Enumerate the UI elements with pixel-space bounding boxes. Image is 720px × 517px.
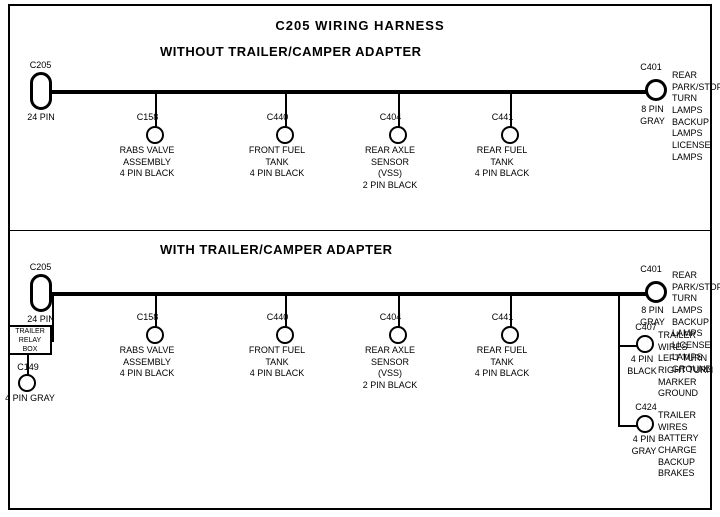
c401-s1-labels: REAR PARK/STOPTURN LAMPSBACKUP LAMPSLICE… [672,70,720,164]
c424-drop-v [618,347,620,427]
wire2 [50,292,648,296]
c440-s2-id: C440 [250,312,305,324]
trailer-relay-label: TRAILERRELAYBOX [8,327,52,354]
c205-s2-connector [30,274,52,312]
c401-s2-id: C401 [636,264,666,276]
c158-s2-id: C158 [120,312,175,324]
c407-h [618,345,638,347]
c149-connector [18,374,36,392]
c149-pin: 4 PIN GRAY [5,393,55,405]
c440-s1-label: FRONT FUELTANK4 PIN BLACK [242,145,312,180]
c407-drop-v [618,292,620,347]
c158-s1-label: RABS VALVEASSEMBLY4 PIN BLACK [112,145,182,180]
section2-label: WITH TRAILER/CAMPER ADAPTER [160,242,393,257]
diagram-area: C205 WIRING HARNESS WITHOUT TRAILER/CAMP… [0,0,720,500]
c407-labels: TRAILER WIRESLEFT TURNRIGHT TURNMARKERGR… [658,330,720,400]
c404-s1-label: REAR AXLESENSOR(VSS)2 PIN BLACK [355,145,425,192]
c404-s1-id: C404 [363,112,418,124]
c441-s2-connector [501,326,519,344]
c440-s2-connector [276,326,294,344]
border [8,4,712,510]
c401-s1-pin: 8 PINGRAY [630,104,675,127]
c205-s1-id: C205 [18,60,63,72]
c440-s2-label: FRONT FUELTANK4 PIN BLACK [242,345,312,380]
c404-s2-connector [389,326,407,344]
c441-s1-connector [501,126,519,144]
c158-s1-connector [146,126,164,144]
c149-id: C149 [10,362,46,374]
c441-s1-label: REAR FUELTANK4 PIN BLACK [467,145,537,180]
c404-s1-connector [389,126,407,144]
c205-s2-pin: 24 PIN [15,314,67,326]
c401-s1-connector [645,79,667,101]
c424-labels: TRAILER WIRESBATTERY CHARGEBACKUPBRAKES [658,410,720,480]
c441-s2-id: C441 [475,312,530,324]
c158-s1-id: C158 [120,112,175,124]
c424-connector [636,415,654,433]
c205-s1-connector [30,72,52,110]
c404-s2-id: C404 [363,312,418,324]
c441-s2-label: REAR FUELTANK4 PIN BLACK [467,345,537,380]
c424-h [618,425,638,427]
c401-s2-connector [645,281,667,303]
divider [8,230,712,231]
c407-connector [636,335,654,353]
c205-s1-pin: 24 PIN [15,112,67,124]
trailer-relay-drop [52,292,54,342]
c441-s1-id: C441 [475,112,530,124]
c440-s1-connector [276,126,294,144]
c401-s1-id: C401 [636,62,666,74]
c205-s2-id: C205 [18,262,63,274]
c404-s2-label: REAR AXLESENSOR(VSS)2 PIN BLACK [355,345,425,392]
c440-s1-id: C440 [250,112,305,124]
section1-label: WITHOUT TRAILER/CAMPER ADAPTER [160,44,422,59]
c158-s2-connector [146,326,164,344]
wire1 [50,90,648,94]
c158-s2-label: RABS VALVEASSEMBLY4 PIN BLACK [112,345,182,380]
page-title: C205 WIRING HARNESS [0,10,720,33]
